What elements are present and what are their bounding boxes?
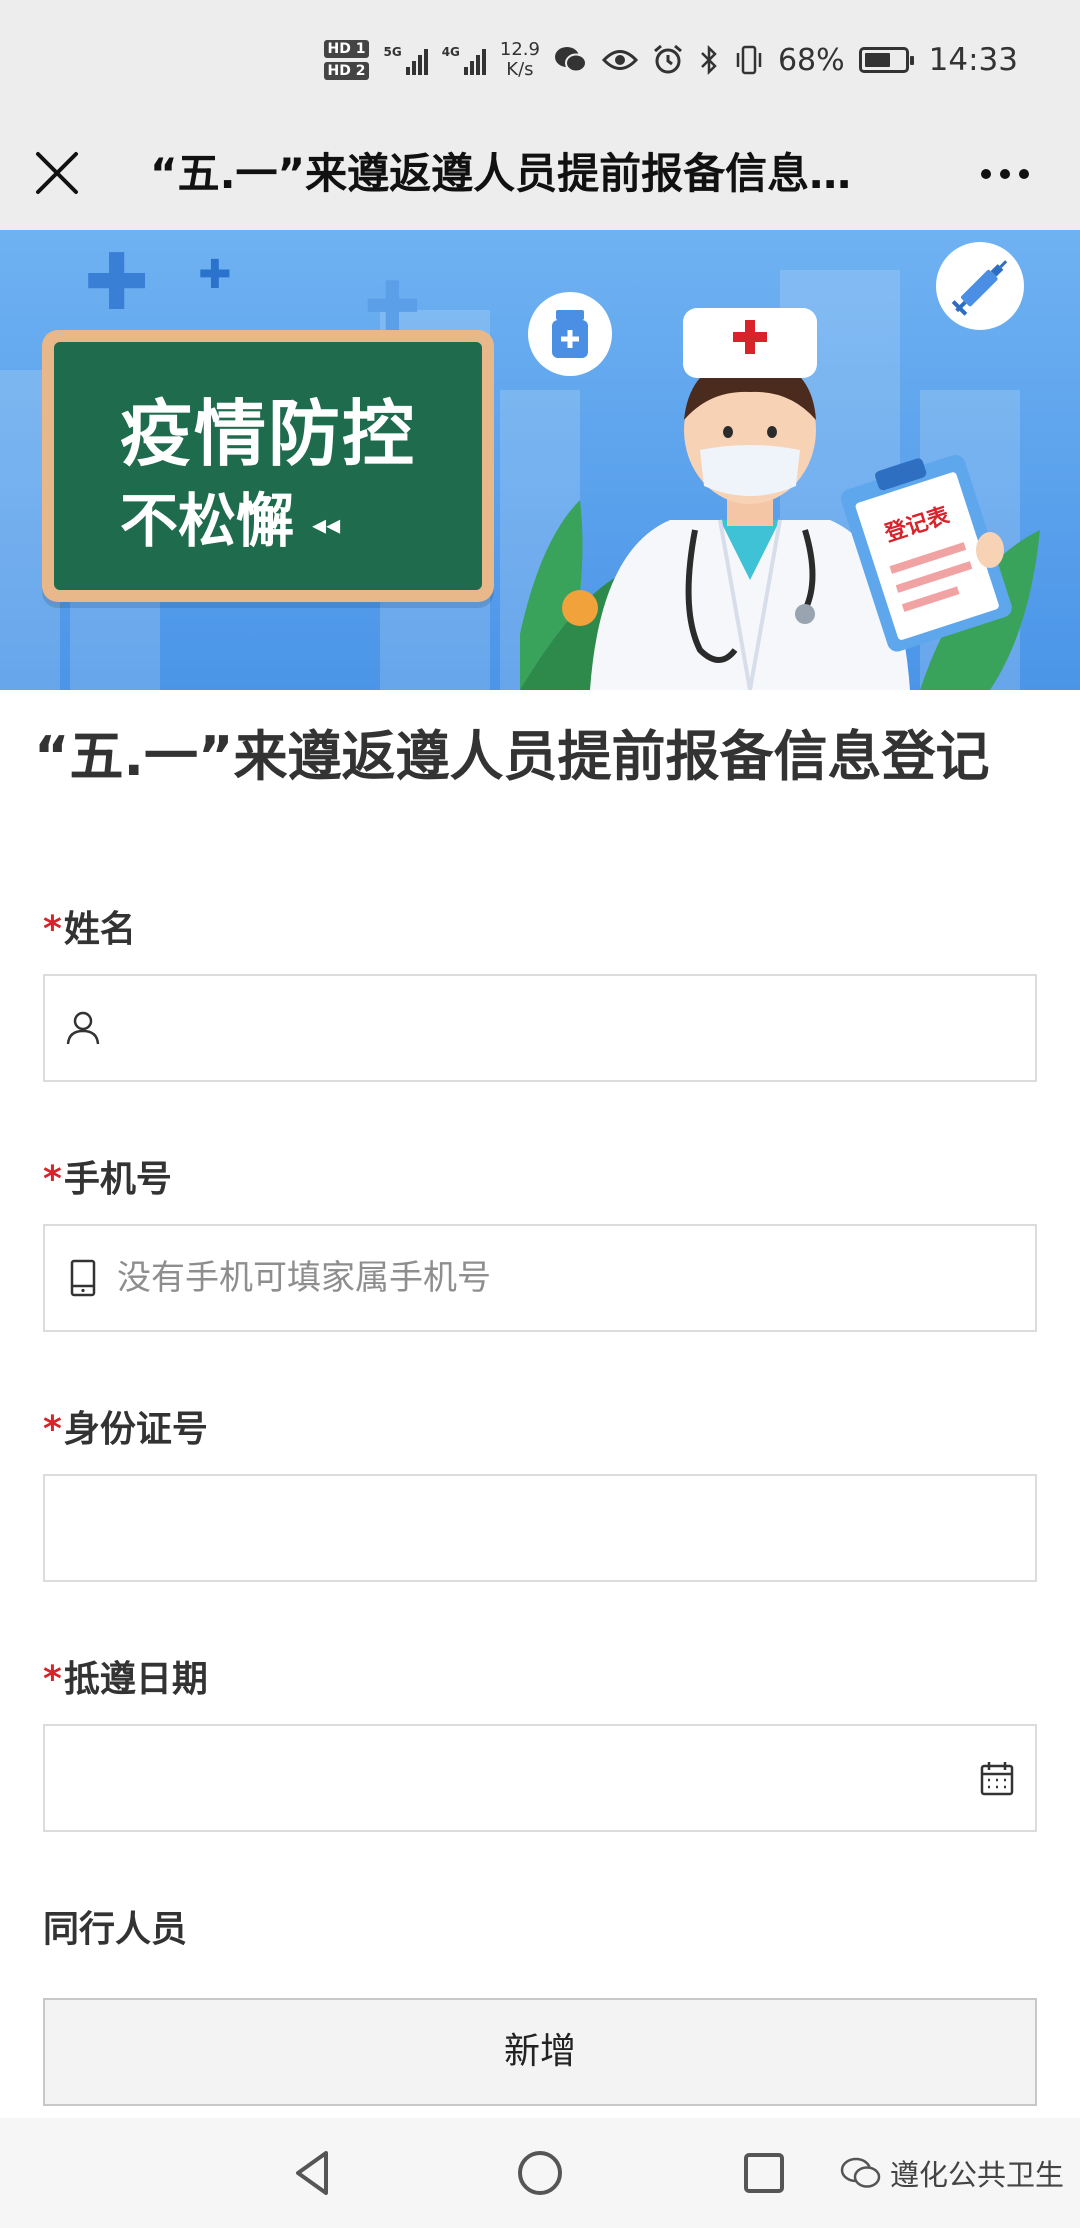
hd2-badge: HD 2 [323, 62, 370, 80]
cross-decoration-icon: ✚ [84, 238, 150, 328]
cross-decoration-icon: ✚ [198, 252, 232, 298]
phone-icon [70, 1259, 96, 1297]
status-icons: HD 1 HD 2 5G 4G 12.9 K/s 68% 14:33 [323, 34, 1018, 86]
back-icon[interactable] [284, 2143, 344, 2203]
phone-placeholder: 没有手机可填家属手机号 [117, 1258, 491, 1298]
form-title: “五.一”来遵返遵人员提前报备信息登记 [34, 725, 990, 788]
bluetooth-icon [701, 44, 717, 76]
phone-input[interactable]: 没有手机可填家属手机号 [43, 1224, 1037, 1332]
signal-4g-icon: 4G [442, 45, 486, 75]
banner-slogan-line1: 疫情防控 [120, 392, 417, 476]
id-number-label: *身份证号 [43, 1409, 208, 1450]
window-title: “五.一”来遵返遵人员提前报备信息… [150, 149, 852, 198]
home-icon[interactable] [510, 2143, 570, 2203]
signal-5g-icon: 5G [383, 45, 428, 75]
hd-badges: HD 1 HD 2 [323, 40, 370, 80]
required-mark: * [43, 1659, 62, 1700]
system-nav-bar: 遵化公共卫生 [0, 2118, 1080, 2228]
phone-label: *手机号 [43, 1159, 172, 1200]
status-bar: HD 1 HD 2 5G 4G 12.9 K/s 68% 14:33 [0, 0, 1080, 118]
banner-image: ✚ ✚ ✚ 疫情防控 不松懈 ◂◂ 登记表 [0, 230, 1080, 690]
banner-slogan-line2: 不松懈 ◂◂ [120, 487, 341, 555]
wechat-icon [554, 47, 587, 73]
hd1-badge: HD 1 [323, 40, 370, 58]
arrival-date-input[interactable] [43, 1724, 1037, 1832]
recents-icon[interactable] [734, 2143, 794, 2203]
required-mark: * [43, 1159, 62, 1200]
companions-label: 同行人员 [43, 1909, 188, 1950]
battery-percent: 68% [777, 42, 845, 78]
add-companion-button[interactable]: 新增 [43, 1998, 1037, 2106]
battery-fill [864, 53, 891, 67]
wechat-icon [840, 2157, 881, 2188]
user-icon [66, 1011, 100, 1045]
id-number-input[interactable] [43, 1474, 1037, 1582]
more-icon[interactable] [970, 148, 1040, 200]
calendar-icon[interactable] [977, 1758, 1017, 1798]
alarm-icon [654, 44, 682, 74]
brand-name: 遵化公共卫生 [890, 2158, 1065, 2192]
vibrate-icon [736, 45, 762, 75]
name-input[interactable] [43, 974, 1037, 1082]
title-bar: “五.一”来遵返遵人员提前报备信息… [0, 118, 1080, 230]
battery-icon [858, 47, 914, 73]
close-icon[interactable] [30, 146, 84, 200]
required-mark: * [43, 1409, 62, 1450]
doctor-illustration: 登记表 [520, 308, 1040, 690]
chalkboard: 疫情防控 不松懈 ◂◂ [42, 330, 494, 602]
required-mark: * [43, 909, 62, 950]
name-label: *姓名 [43, 909, 136, 950]
eye-icon [601, 50, 638, 70]
wechat-account-watermark: 遵化公共卫生 [840, 2144, 1064, 2202]
arrival-date-label: *抵遵日期 [43, 1659, 208, 1700]
network-speed: 12.9 K/s [499, 39, 540, 80]
clock: 14:33 [928, 42, 1018, 78]
